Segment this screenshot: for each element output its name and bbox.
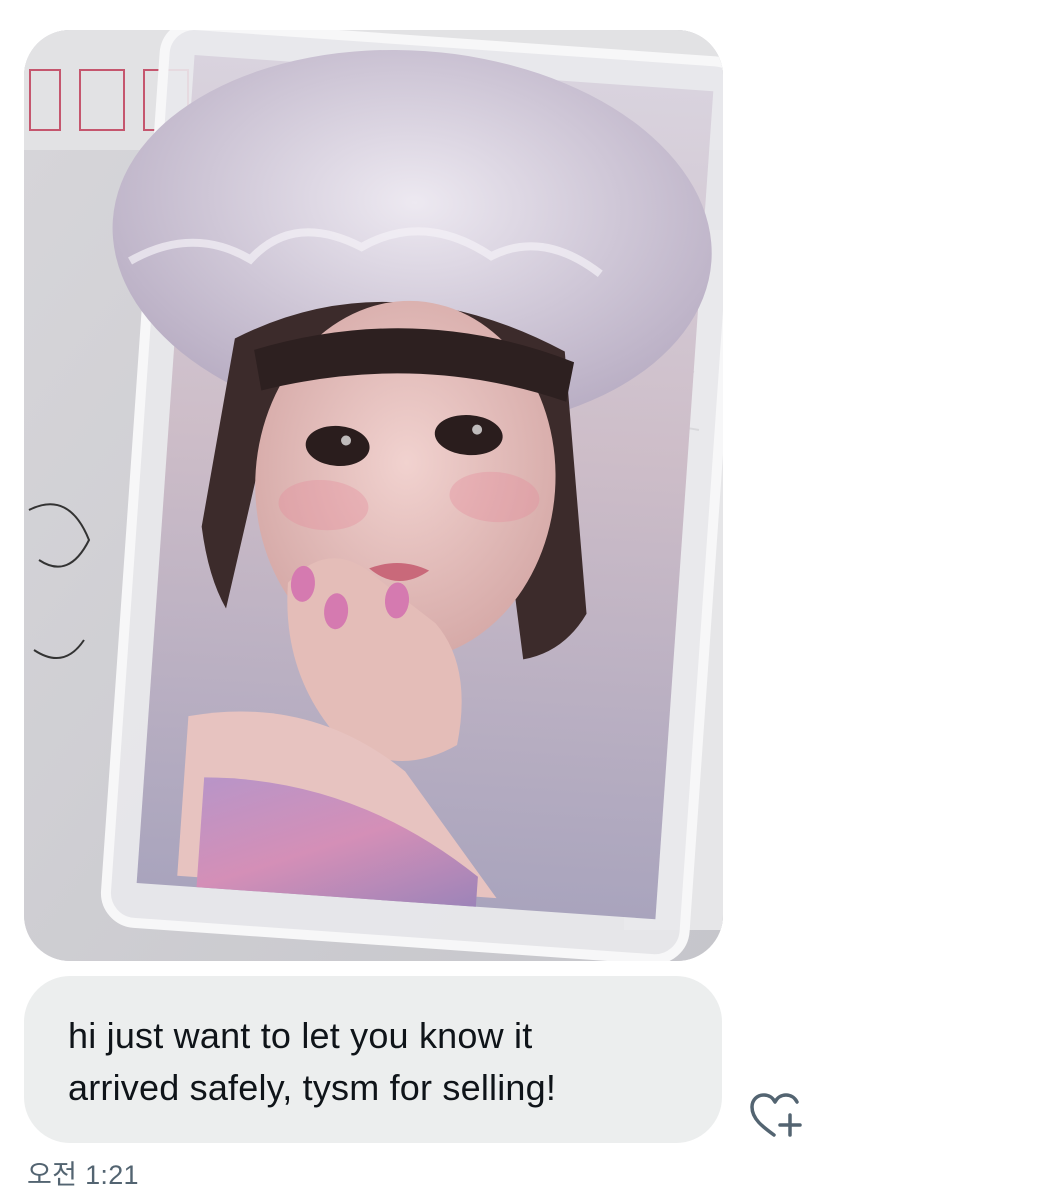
heart-plus-icon xyxy=(750,1093,802,1137)
add-reaction-button[interactable] xyxy=(745,1089,807,1141)
text-message-bubble[interactable]: hi just want to let you know it arrived … xyxy=(24,976,722,1143)
message-timestamp: 오전 1:21 xyxy=(27,1160,139,1190)
message-text: hi just want to let you know it arrived … xyxy=(68,1015,557,1108)
photo-message[interactable] xyxy=(24,30,723,961)
photocard-image xyxy=(24,30,723,961)
